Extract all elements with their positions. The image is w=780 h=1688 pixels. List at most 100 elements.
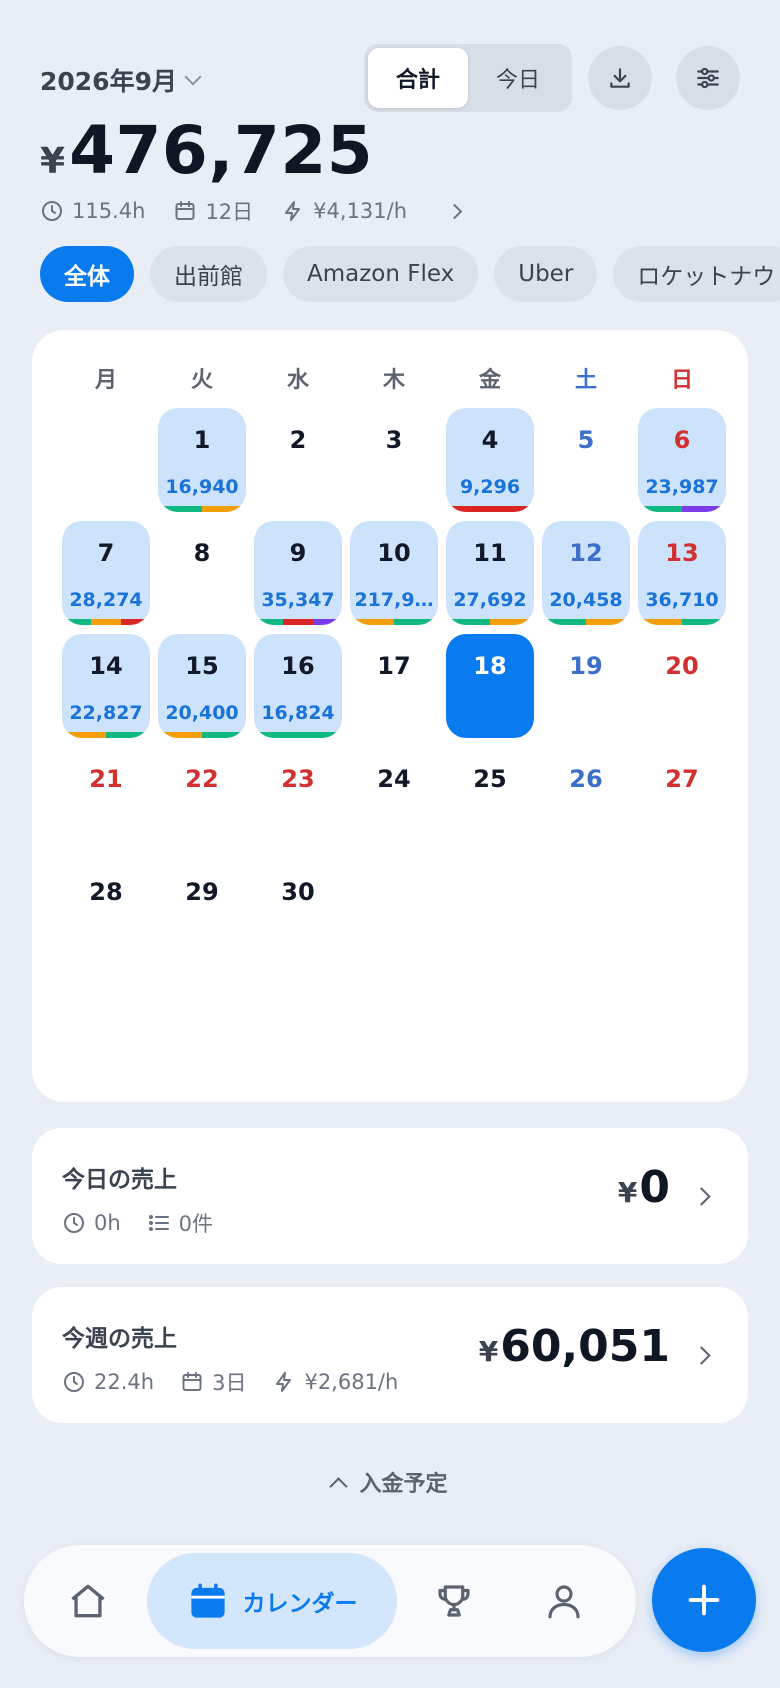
platform-segment xyxy=(202,732,246,738)
day-number: 24 xyxy=(377,765,411,793)
calendar-day[interactable]: 30 xyxy=(254,860,342,964)
calendar-day[interactable]: 3 xyxy=(350,408,438,512)
calendar-day[interactable]: 6 23,987 xyxy=(638,408,726,512)
calendar-day[interactable]: 20 xyxy=(638,634,726,738)
calendar-day[interactable]: 16 16,824 xyxy=(254,634,342,738)
platform-segment xyxy=(638,506,682,512)
calendar-day[interactable]: 24 xyxy=(350,747,438,851)
chip-demaekan[interactable]: 出前館 xyxy=(150,246,267,302)
platform-breakdown-bar xyxy=(62,619,150,625)
day-earnings: 22,827 xyxy=(69,702,143,724)
download-button[interactable] xyxy=(588,46,652,110)
chip-uber[interactable]: Uber xyxy=(494,246,598,302)
calendar-day[interactable]: 22 xyxy=(158,747,246,851)
weekday-tue: 火 xyxy=(190,368,213,393)
monthly-total: ¥ 476,725 xyxy=(40,112,373,189)
platform-segment xyxy=(586,619,630,625)
chip-amazon-flex[interactable]: Amazon Flex xyxy=(283,246,479,302)
day-earnings: 20,400 xyxy=(165,702,239,724)
calendar-day[interactable]: 28 xyxy=(62,860,150,964)
monthly-stats[interactable]: 115.4h 12日 ¥4,131/h xyxy=(40,196,463,226)
segment-total[interactable]: 合計 xyxy=(368,48,468,108)
day-number: 3 xyxy=(385,426,403,454)
calendar-day[interactable]: 11 27,692 xyxy=(446,521,534,625)
day-earnings: 9,296 xyxy=(459,476,521,498)
calendar-blank-cell xyxy=(62,408,150,512)
calendar-day[interactable]: 7 28,274 xyxy=(62,521,150,625)
calendar-day[interactable]: 25 xyxy=(446,747,534,851)
user-icon xyxy=(548,1585,580,1619)
add-entry-button[interactable] xyxy=(652,1548,756,1652)
platform-breakdown-bar xyxy=(638,506,726,512)
nav-trophy[interactable] xyxy=(404,1553,504,1649)
calendar-day-today[interactable]: 18 xyxy=(446,634,534,738)
calendar-day[interactable]: 9 35,347 xyxy=(254,521,342,625)
calendar-day[interactable]: 26 xyxy=(542,747,630,851)
home-icon xyxy=(71,1584,105,1618)
calendar-day[interactable]: 29 xyxy=(158,860,246,964)
calendar-day[interactable]: 19 xyxy=(542,634,630,738)
platform-segment xyxy=(62,732,106,738)
platform-segment xyxy=(682,619,726,625)
currency-symbol: ¥ xyxy=(617,1176,638,1209)
day-number: 6 xyxy=(673,426,691,454)
total-today-toggle: 合計 今日 xyxy=(364,44,572,112)
month-selector[interactable]: 2026年9月 xyxy=(40,62,202,98)
week-sales-card[interactable]: 今週の売上 22.4h 3日 ¥2,681/h ¥ 60,051 xyxy=(32,1287,748,1423)
day-number: 16 xyxy=(281,652,315,680)
calendar-day[interactable]: 5 xyxy=(542,408,630,512)
day-number: 4 xyxy=(481,426,499,454)
platform-breakdown-bar xyxy=(446,619,534,625)
month-label: 2026年9月 xyxy=(40,67,177,96)
day-number: 25 xyxy=(473,765,507,793)
hourly-rate: ¥4,131/h xyxy=(313,199,408,223)
weekday-mon: 月 xyxy=(94,368,117,393)
calendar-day[interactable]: 14 22,827 xyxy=(62,634,150,738)
chip-all[interactable]: 全体 xyxy=(40,246,134,302)
calendar-day[interactable]: 1 16,940 xyxy=(158,408,246,512)
nav-home[interactable] xyxy=(38,1553,138,1649)
week-rate: ¥2,681/h xyxy=(304,1370,399,1394)
calendar-day[interactable]: 27 xyxy=(638,747,726,851)
week-sales-title: 今週の売上 xyxy=(62,1326,177,1352)
calendar-day[interactable]: 17 xyxy=(350,634,438,738)
currency-symbol: ¥ xyxy=(40,141,66,182)
calendar-day[interactable]: 21 xyxy=(62,747,150,851)
day-earnings: 28,274 xyxy=(69,589,143,611)
nav-calendar[interactable]: カレンダー xyxy=(147,1553,397,1649)
calendar-day[interactable]: 2 xyxy=(254,408,342,512)
total-hours: 115.4h xyxy=(72,199,146,223)
platform-segment xyxy=(542,619,586,625)
calendar-day[interactable]: 8 xyxy=(158,521,246,625)
platform-breakdown-bar xyxy=(542,619,630,625)
filter-settings-button[interactable] xyxy=(676,46,740,110)
list-icon xyxy=(148,1215,169,1231)
platform-segment xyxy=(394,619,438,625)
day-number: 12 xyxy=(569,539,603,567)
platform-breakdown-bar xyxy=(638,619,726,625)
nav-profile[interactable] xyxy=(514,1553,614,1649)
chip-rocket-now[interactable]: ロケットナウ xyxy=(613,246,780,302)
today-count: 0件 xyxy=(178,1212,214,1236)
calendar-day[interactable]: 13 36,710 xyxy=(638,521,726,625)
day-number: 5 xyxy=(577,426,595,454)
platform-breakdown-bar xyxy=(446,506,534,512)
today-sales-card[interactable]: 今日の売上 0h 0件 ¥ 0 xyxy=(32,1128,748,1264)
weekday-sun: 日 xyxy=(670,368,693,393)
clock-icon xyxy=(64,1213,84,1233)
calendar-day[interactable]: 23 xyxy=(254,747,342,851)
chevron-right-icon xyxy=(692,1187,711,1206)
calendar-card: 月 火 水 木 金 土 日 1 16,940 2 3 4 9,296 5 6 23,987 7 28… xyxy=(32,330,748,1102)
day-earnings: 16,824 xyxy=(261,702,335,724)
calendar-day[interactable]: 15 20,400 xyxy=(158,634,246,738)
week-amount-value: 60,051 xyxy=(500,1321,670,1372)
weekday-sat: 土 xyxy=(574,368,597,393)
calendar-day[interactable]: 10 217,9… xyxy=(350,521,438,625)
segment-today[interactable]: 今日 xyxy=(468,48,568,108)
calendar-day[interactable]: 4 9,296 xyxy=(446,408,534,512)
payout-schedule-toggle[interactable]: 入金予定 xyxy=(0,1466,780,1498)
platform-segment xyxy=(91,619,121,625)
day-earnings: 20,458 xyxy=(549,589,623,611)
bolt-icon xyxy=(285,201,301,221)
calendar-day[interactable]: 12 20,458 xyxy=(542,521,630,625)
